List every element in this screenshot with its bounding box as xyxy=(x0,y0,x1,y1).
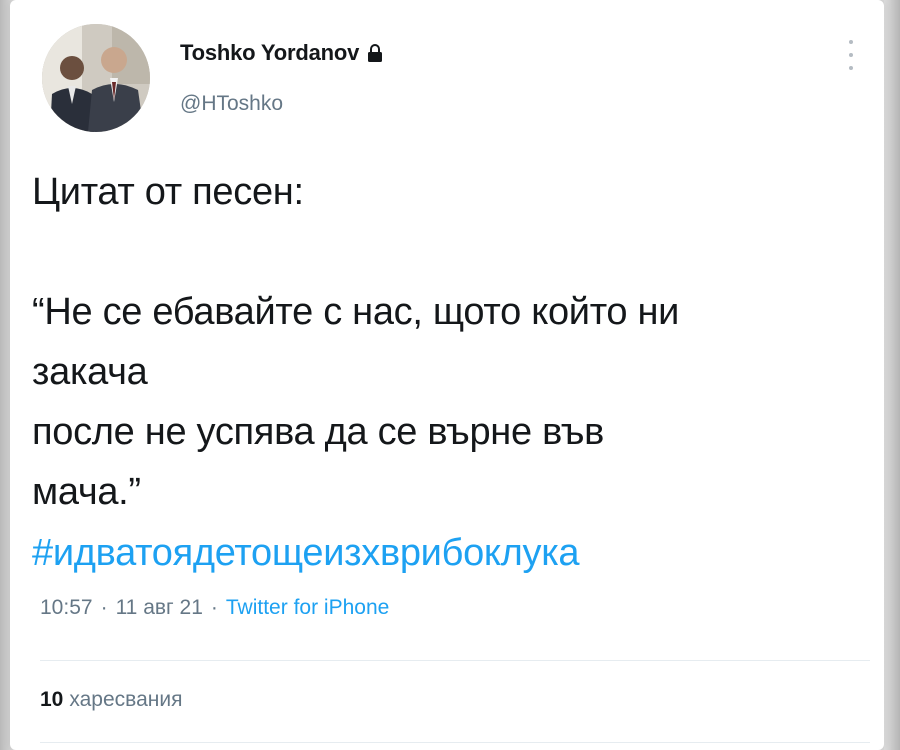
meta-separator: · xyxy=(210,596,218,619)
meta-separator: · xyxy=(100,596,108,619)
tweet-time: 10:57 xyxy=(40,596,93,619)
hashtag-link[interactable]: #идватоядетощеизхврибоклука xyxy=(32,523,580,583)
display-name[interactable]: Toshko Yordanov xyxy=(180,40,359,66)
tweet-text: Цитат от песен: “Не се ебавайте с нас, щ… xyxy=(32,171,680,513)
tweet-card: Toshko Yordanov @HToshko Цитат от песен:… xyxy=(10,0,884,750)
likes-count: 10 xyxy=(40,688,64,711)
divider xyxy=(40,660,870,661)
screen-frame-right xyxy=(884,0,900,750)
user-name-row[interactable]: Toshko Yordanov xyxy=(180,40,383,66)
tweet-meta: 10:57 · 11 авг 21 · Twitter for iPhone xyxy=(40,596,389,620)
tweet-source-link[interactable]: Twitter for iPhone xyxy=(226,596,389,620)
lock-icon xyxy=(367,44,383,62)
avatar-photo xyxy=(42,24,150,132)
likes-stat[interactable]: 10 харесвания xyxy=(40,688,182,712)
avatar[interactable] xyxy=(42,24,150,132)
divider xyxy=(40,742,870,743)
likes-label: харесвания xyxy=(69,688,183,711)
more-vertical-icon[interactable] xyxy=(846,40,856,70)
tweet-date: 11 авг 21 xyxy=(115,596,203,619)
user-handle[interactable]: @HToshko xyxy=(180,92,283,116)
